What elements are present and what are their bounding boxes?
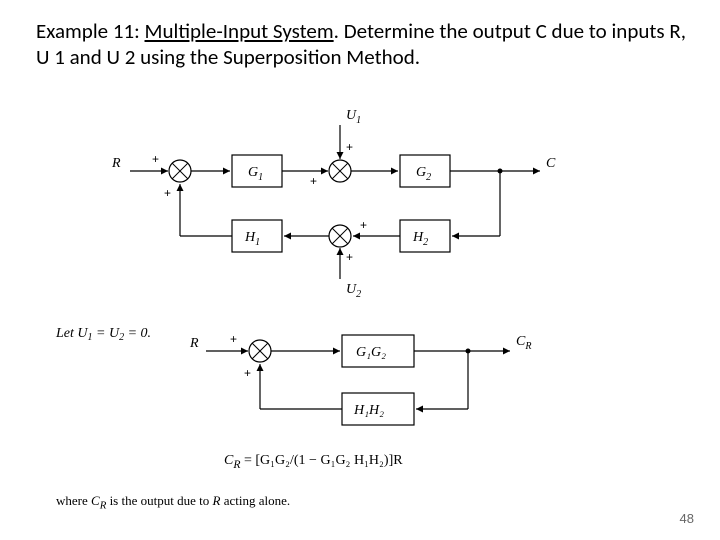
- diagram-area: R + G1 + U1 + G2 C H2 + + U2 H1: [0, 101, 720, 521]
- footnote: where CR is the output due to R acting a…: [56, 493, 290, 512]
- block-diagram-2: R + G₁G₂ CR H₁H₂ +: [189, 332, 531, 425]
- example-heading: Example 11: Multiple-Input System. Deter…: [0, 0, 720, 75]
- svg-text:U1: U1: [346, 108, 361, 126]
- sign-plus-1: +: [152, 152, 159, 166]
- svg-text:+: +: [164, 186, 171, 200]
- svg-text:+: +: [230, 332, 237, 346]
- svg-text:U2: U2: [346, 282, 361, 300]
- svg-text:+: +: [360, 218, 367, 232]
- svg-text:+: +: [310, 174, 317, 188]
- result-equation: CR = [G₁G₂/(1 − G₁G₂ H₁H₂)]R: [224, 453, 403, 471]
- svg-text:+: +: [244, 366, 251, 380]
- label-C: C: [546, 156, 556, 171]
- svg-text:CR: CR: [516, 334, 531, 352]
- svg-text:+: +: [346, 140, 353, 154]
- svg-text:H₁H₂: H₁H₂: [353, 403, 384, 418]
- svg-text:R: R: [189, 336, 199, 351]
- heading-underlined: Multiple-Input System: [145, 18, 334, 44]
- svg-text:+: +: [346, 250, 353, 264]
- label-R: R: [111, 156, 121, 171]
- svg-text:G₁G₂: G₁G₂: [356, 345, 386, 360]
- heading-prefix: Example 11:: [36, 18, 145, 44]
- page-number: 48: [680, 511, 694, 526]
- block-diagram-1: R + G1 + U1 + G2 C H2 + + U2 H1: [111, 108, 556, 300]
- assumption-text: Let U1 = U2 = 0.: [55, 326, 151, 343]
